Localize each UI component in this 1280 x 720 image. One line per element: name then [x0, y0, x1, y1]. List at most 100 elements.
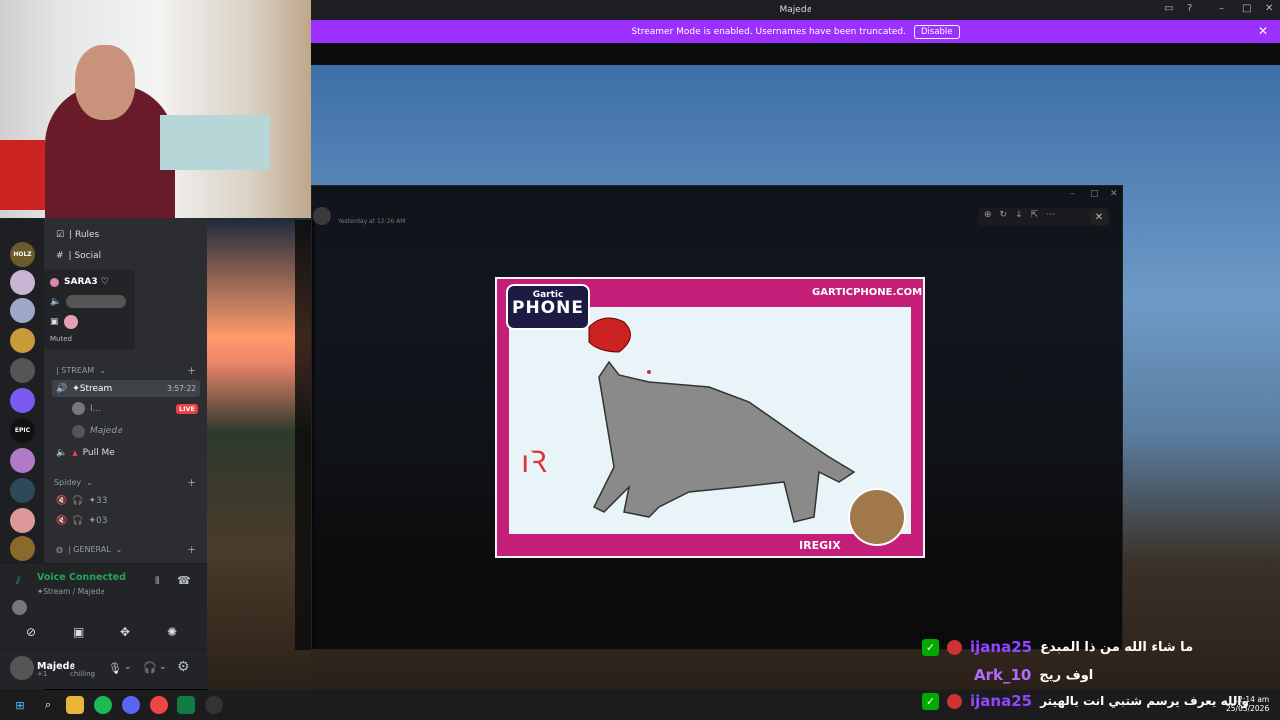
- add-channel-icon[interactable]: +: [187, 364, 196, 377]
- voice-member[interactable]: I... LIVE: [72, 402, 198, 415]
- avatars: [66, 295, 127, 308]
- close-viewer-button[interactable]: ✕: [1090, 208, 1108, 226]
- channel-label: ✦33: [88, 496, 108, 506]
- chevron-down-icon[interactable]: ⌄: [124, 662, 132, 672]
- screenshare-icon[interactable]: ▣: [73, 625, 84, 639]
- video-off-icon[interactable]: ⊘: [26, 625, 36, 639]
- window-title: Majedꫀ: [779, 4, 812, 15]
- obs-icon[interactable]: [205, 696, 223, 714]
- noise-suppression-icon[interactable]: ⦀: [155, 576, 159, 587]
- start-icon[interactable]: ⊞: [11, 696, 29, 714]
- drawing-canvas: ıꝚ: [509, 307, 911, 534]
- channel-03[interactable]: 🔇 🎧 ✦03: [56, 516, 107, 526]
- channel-33[interactable]: 🔇 🎧 ✦33: [56, 496, 107, 506]
- open-external-icon[interactable]: ⇱: [1031, 210, 1039, 224]
- server-icon[interactable]: [10, 298, 35, 323]
- avatar[interactable]: [10, 656, 34, 680]
- server-icon[interactable]: HOLZ: [10, 242, 35, 267]
- window-titlebar: Majedꫀ ▭ ? – □ ✕: [311, 0, 1280, 20]
- server-icon[interactable]: [10, 448, 35, 473]
- close-icon[interactable]: ✕: [1110, 189, 1118, 199]
- channel-label: ✦Stream: [72, 383, 113, 394]
- user-status: chilling: [70, 670, 95, 678]
- speaker-icon: 🔊: [56, 383, 68, 394]
- minimize-button[interactable]: –: [1219, 3, 1224, 14]
- server-icon[interactable]: EPIC: [10, 418, 35, 443]
- close-icon[interactable]: ✕: [1258, 24, 1268, 38]
- emote-icon: [947, 639, 962, 655]
- headphones-icon: 🎧: [72, 516, 84, 526]
- channel-stream[interactable]: 🔊 ✦Stream 3:57:22: [52, 380, 200, 397]
- spotify-icon[interactable]: [94, 696, 112, 714]
- channel-rules[interactable]: ☑ | Rules: [56, 230, 99, 240]
- zoom-icon[interactable]: ⊕: [984, 210, 992, 224]
- microphone-icon[interactable]: 🎙: [108, 662, 122, 675]
- voice-status: Voice Connected: [37, 572, 126, 583]
- category-general[interactable]: ◍ | GENERAL ⌄: [56, 545, 122, 554]
- avatar-stack: 🔈: [50, 295, 127, 308]
- discord-icon[interactable]: [122, 696, 140, 714]
- voice-location[interactable]: ✦Stream / Majedꫀ: [37, 584, 104, 600]
- more-icon[interactable]: ⋯: [1046, 210, 1055, 224]
- maximize-icon[interactable]: □: [1090, 189, 1099, 199]
- server-icon[interactable]: [10, 270, 35, 295]
- add-channel-icon[interactable]: +: [187, 543, 196, 556]
- add-channel-icon[interactable]: +: [187, 476, 196, 489]
- avatar: [313, 207, 331, 225]
- chat-message: ✓ ijana25 ما شاء الله من ذا المبدع: [922, 638, 1193, 656]
- chat-text: اوف ريج: [1039, 667, 1094, 683]
- avatar: [12, 600, 27, 615]
- system-clock[interactable]: 12:14 am 25/03/2026: [1226, 695, 1269, 713]
- chat-text: ما شاء الله من ذا المبدع: [1040, 639, 1194, 655]
- channel-label: ✦03: [88, 516, 108, 526]
- stream-timer: 3:57:22: [167, 384, 196, 393]
- face: [75, 45, 135, 120]
- avatar: [72, 402, 85, 415]
- disable-button[interactable]: Disable: [913, 24, 960, 39]
- server-icon[interactable]: [10, 358, 35, 383]
- close-window-button[interactable]: ✕: [1265, 3, 1273, 14]
- rotate-icon[interactable]: ↻: [1000, 210, 1008, 224]
- popover-header: SARA3 ♡: [50, 277, 109, 287]
- popover-name: SARA3 ♡: [64, 277, 109, 287]
- excel-icon[interactable]: [177, 696, 195, 714]
- folder-icon[interactable]: [66, 696, 84, 714]
- inbox-icon[interactable]: ▭: [1164, 3, 1173, 14]
- gear-icon[interactable]: ⚙: [177, 659, 190, 675]
- server-icon[interactable]: [10, 328, 35, 353]
- triangle-icon: ▲: [72, 449, 78, 457]
- channel-pull-me[interactable]: 🔈 ▲ Pull Me: [56, 448, 115, 458]
- chat-username: ijana25: [970, 638, 1033, 656]
- channel-social[interactable]: # | Social: [56, 251, 101, 261]
- chrome-icon[interactable]: [150, 696, 168, 714]
- category-spidey[interactable]: Spidey ⌄: [54, 478, 93, 487]
- server-icon[interactable]: [10, 508, 35, 533]
- search-icon[interactable]: ⌕: [39, 696, 57, 714]
- disconnect-icon[interactable]: ☎: [177, 574, 191, 587]
- category-stream[interactable]: | STREAM ⌄: [56, 366, 106, 375]
- server-icon[interactable]: [10, 388, 35, 413]
- avatar: [50, 277, 59, 287]
- category-label: Spidey: [54, 478, 82, 487]
- user-panel: Majedꫀ +1 chilling 🎙 ⌄ 🎧 ⌄ ⚙: [0, 649, 207, 689]
- minimize-icon[interactable]: –: [1070, 189, 1075, 199]
- chevron-down-icon[interactable]: ⌄: [159, 662, 167, 672]
- channel-label: | Social: [68, 251, 102, 261]
- speaker-icon: 🔈: [50, 296, 62, 307]
- headphones-icon[interactable]: 🎧: [143, 661, 157, 674]
- category-label: | STREAM: [56, 366, 95, 375]
- voice-member[interactable]: Majedꫀ: [72, 422, 122, 441]
- chat-username: ijana25: [970, 692, 1033, 710]
- server-icon[interactable]: [10, 536, 35, 561]
- maximize-button[interactable]: □: [1242, 3, 1251, 14]
- activity-icon[interactable]: ✥: [120, 625, 130, 639]
- server-icon[interactable]: [10, 478, 35, 503]
- help-icon[interactable]: ?: [1187, 3, 1192, 14]
- avatar: [63, 315, 78, 329]
- artist-avatar: [848, 488, 906, 546]
- download-icon[interactable]: ↓: [1015, 210, 1023, 224]
- chat-message: ✓ ijana25 والله يعرف يرسم شتبي انت يالهي…: [922, 692, 1249, 710]
- signal-icon[interactable]: ⫽: [16, 576, 20, 587]
- member-name: Majedꫀ: [90, 426, 122, 436]
- soundboard-icon[interactable]: ✺: [167, 625, 177, 639]
